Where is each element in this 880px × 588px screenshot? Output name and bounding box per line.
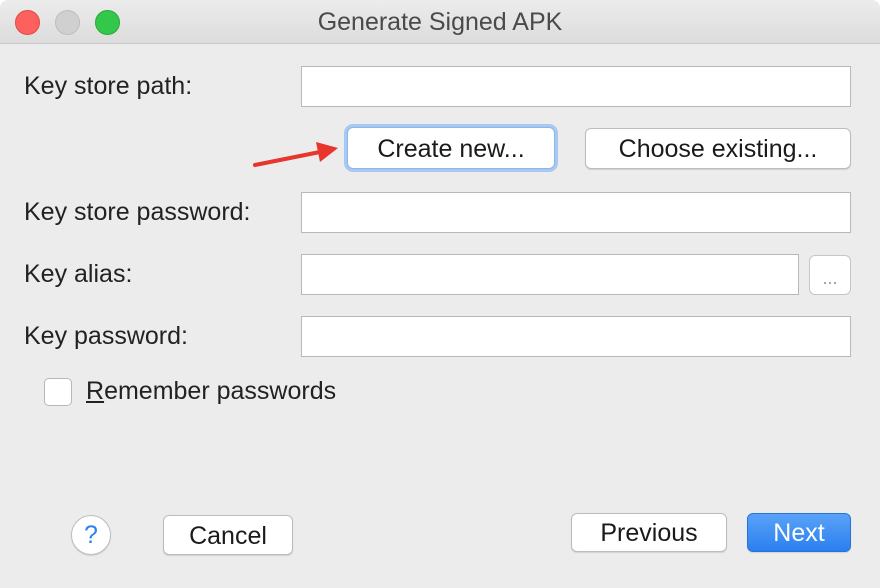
key-password-label: Key password:: [24, 322, 188, 350]
next-button[interactable]: Next: [747, 513, 851, 552]
title-bar: Generate Signed APK: [0, 0, 880, 44]
annotation-arrow-icon: [253, 142, 338, 167]
key-password-input[interactable]: [301, 316, 851, 357]
key-alias-label: Key alias:: [24, 260, 133, 288]
previous-button[interactable]: Previous: [571, 513, 727, 552]
cancel-button[interactable]: Cancel: [163, 515, 293, 555]
key-store-path-label: Key store path:: [24, 72, 193, 100]
window-title: Generate Signed APK: [317, 8, 563, 36]
remember-passwords-label[interactable]: Remember passwords: [86, 377, 336, 406]
key-store-password-label: Key store password:: [24, 198, 251, 226]
key-alias-browse-button[interactable]: ...: [809, 255, 851, 295]
key-alias-input[interactable]: [301, 254, 799, 295]
choose-existing-button[interactable]: Choose existing...: [585, 128, 851, 169]
remember-passwords-text: emember passwords: [104, 377, 337, 405]
help-button[interactable]: ?: [71, 515, 111, 555]
generate-signed-apk-dialog: Generate Signed APK Key store path: Crea…: [0, 0, 880, 588]
remember-passwords-checkbox[interactable]: [44, 378, 72, 406]
create-new-button[interactable]: Create new...: [347, 127, 555, 169]
key-store-password-input[interactable]: [301, 192, 851, 233]
remember-passwords-mnemonic: R: [86, 377, 105, 405]
key-store-path-input[interactable]: [301, 66, 851, 107]
